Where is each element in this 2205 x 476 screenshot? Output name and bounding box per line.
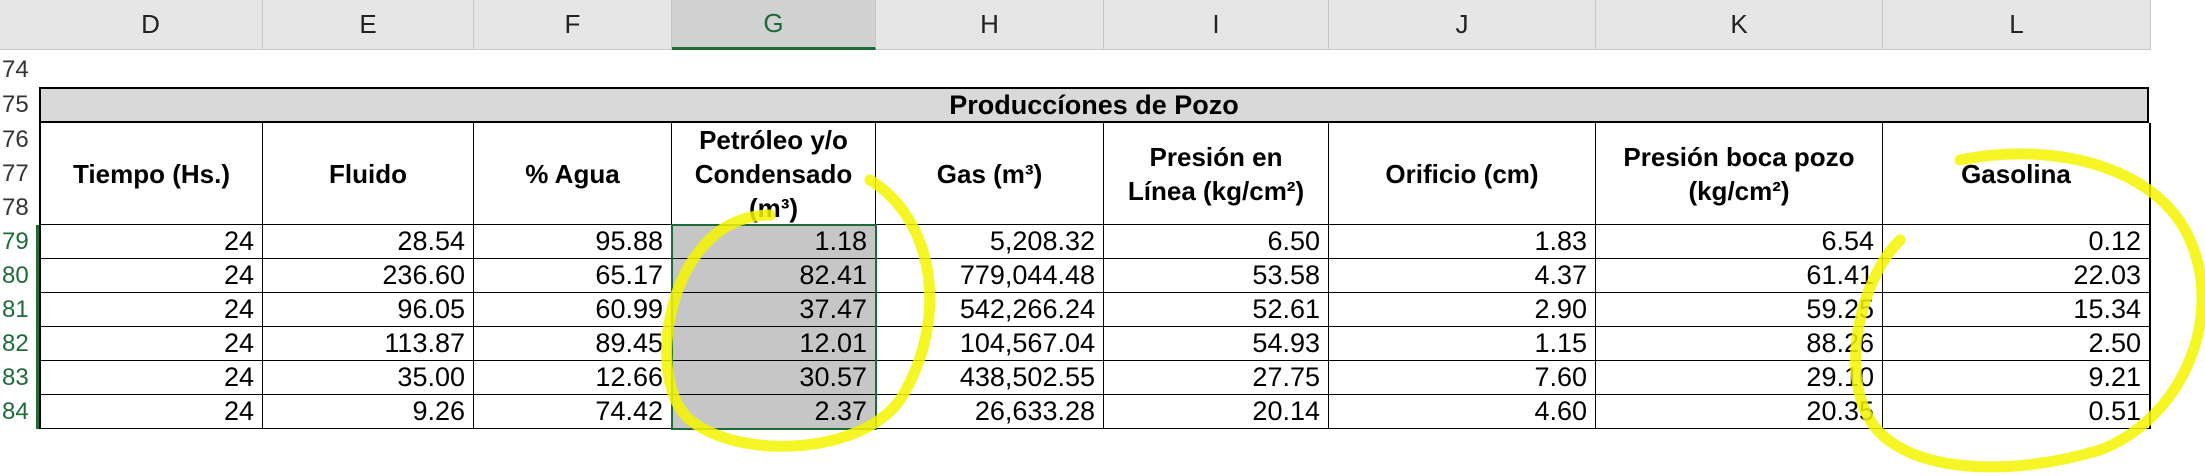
- cell-petroleo[interactable]: 1.18: [672, 225, 876, 259]
- row-number[interactable]: 76: [0, 123, 38, 157]
- cell-presion-linea[interactable]: 20.14: [1104, 395, 1329, 429]
- header-agua[interactable]: % Agua: [474, 123, 672, 225]
- column-header-k[interactable]: K: [1596, 0, 1883, 50]
- row-number[interactable]: 84: [0, 395, 38, 429]
- header-gasolina[interactable]: Gasolina: [1883, 123, 2151, 225]
- row-number[interactable]: 77: [0, 157, 38, 191]
- cell-agua[interactable]: 95.88: [474, 225, 672, 259]
- cell-agua[interactable]: 74.42: [474, 395, 672, 429]
- cell-gas[interactable]: 104,567.04: [876, 327, 1104, 361]
- cell-orificio[interactable]: 4.60: [1329, 395, 1596, 429]
- cell-agua[interactable]: 12.66: [474, 361, 672, 395]
- header-right-blank: [2151, 0, 2205, 50]
- cell-gasolina[interactable]: 15.34: [1883, 293, 2151, 327]
- cell-fluido[interactable]: 236.60: [263, 259, 474, 293]
- cell-presion-boca[interactable]: 6.54: [1596, 225, 1883, 259]
- cell-tiempo[interactable]: 24: [39, 361, 263, 395]
- column-header-h[interactable]: H: [876, 0, 1104, 50]
- cell-petroleo[interactable]: 37.47: [672, 293, 876, 327]
- header-tiempo[interactable]: Tiempo (Hs.): [39, 123, 263, 225]
- cell-gasolina[interactable]: 2.50: [1883, 327, 2151, 361]
- row-number[interactable]: 78: [0, 191, 38, 225]
- cell-gas[interactable]: 779,044.48: [876, 259, 1104, 293]
- cell-presion-linea[interactable]: 27.75: [1104, 361, 1329, 395]
- cell-gas[interactable]: 438,502.55: [876, 361, 1104, 395]
- cell-petroleo[interactable]: 30.57: [672, 361, 876, 395]
- cell-gasolina[interactable]: 0.12: [1883, 225, 2151, 259]
- cell-petroleo[interactable]: 2.37: [672, 395, 876, 429]
- cell-orificio[interactable]: 7.60: [1329, 361, 1596, 395]
- header-orificio[interactable]: Orificio (cm): [1329, 123, 1596, 225]
- cell-petroleo[interactable]: 82.41: [672, 259, 876, 293]
- cell-gas[interactable]: 26,633.28: [876, 395, 1104, 429]
- cell-presion-linea[interactable]: 54.93: [1104, 327, 1329, 361]
- row-number[interactable]: 81: [0, 293, 38, 327]
- cell-fluido[interactable]: 9.26: [263, 395, 474, 429]
- row-number[interactable]: 79: [0, 225, 38, 259]
- cell-tiempo[interactable]: 24: [39, 293, 263, 327]
- cell-orificio[interactable]: 4.37: [1329, 259, 1596, 293]
- cell-presion-linea[interactable]: 52.61: [1104, 293, 1329, 327]
- cell-tiempo[interactable]: 24: [39, 225, 263, 259]
- cell-presion-boca[interactable]: 20.35: [1596, 395, 1883, 429]
- cell-presion-boca[interactable]: 61.41: [1596, 259, 1883, 293]
- cell-fluido[interactable]: 96.05: [263, 293, 474, 327]
- cell-fluido[interactable]: 113.87: [263, 327, 474, 361]
- column-header-l[interactable]: L: [1883, 0, 2151, 50]
- cell-fluido[interactable]: 35.00: [263, 361, 474, 395]
- cell-gas[interactable]: 542,266.24: [876, 293, 1104, 327]
- cell-gasolina[interactable]: 0.51: [1883, 395, 2151, 429]
- column-header-d[interactable]: D: [39, 0, 263, 50]
- header-presion-boca[interactable]: Presión boca pozo (kg/cm²): [1596, 123, 1883, 225]
- select-all-corner[interactable]: [0, 0, 39, 50]
- cell-agua[interactable]: 65.17: [474, 259, 672, 293]
- cell-gas[interactable]: 5,208.32: [876, 225, 1104, 259]
- header-gas[interactable]: Gas (m³): [876, 123, 1104, 225]
- cell-tiempo[interactable]: 24: [39, 327, 263, 361]
- cell-tiempo[interactable]: 24: [39, 259, 263, 293]
- cell-presion-linea[interactable]: 53.58: [1104, 259, 1329, 293]
- cell-orificio[interactable]: 1.83: [1329, 225, 1596, 259]
- cell-presion-boca[interactable]: 29.10: [1596, 361, 1883, 395]
- cell-tiempo[interactable]: 24: [39, 395, 263, 429]
- column-header-e[interactable]: E: [263, 0, 474, 50]
- column-header-j[interactable]: J: [1329, 0, 1596, 50]
- row-number[interactable]: 83: [0, 361, 38, 395]
- cell-presion-boca[interactable]: 59.25: [1596, 293, 1883, 327]
- cell-agua[interactable]: 89.45: [474, 327, 672, 361]
- cell-orificio[interactable]: 1.15: [1329, 327, 1596, 361]
- header-petroleo[interactable]: Petróleo y/o Condensado (m³): [672, 123, 876, 225]
- row-number[interactable]: 75: [0, 87, 38, 123]
- cell-presion-linea[interactable]: 6.50: [1104, 225, 1329, 259]
- cell-fluido[interactable]: 28.54: [263, 225, 474, 259]
- row-number[interactable]: 80: [0, 259, 38, 293]
- cell-agua[interactable]: 60.99: [474, 293, 672, 327]
- row-number[interactable]: 74: [0, 52, 38, 87]
- header-presion-linea[interactable]: Presión en Línea (kg/cm²): [1104, 123, 1329, 225]
- header-fluido[interactable]: Fluido: [263, 123, 474, 225]
- column-header-f[interactable]: F: [474, 0, 672, 50]
- cell-gasolina[interactable]: 9.21: [1883, 361, 2151, 395]
- table-title[interactable]: Produccíones de Pozo: [39, 87, 2149, 123]
- cell-gasolina[interactable]: 22.03: [1883, 259, 2151, 293]
- column-header-i[interactable]: I: [1104, 0, 1329, 50]
- cell-orificio[interactable]: 2.90: [1329, 293, 1596, 327]
- cell-presion-boca[interactable]: 88.26: [1596, 327, 1883, 361]
- column-header-g[interactable]: G: [672, 0, 876, 50]
- cell-petroleo[interactable]: 12.01: [672, 327, 876, 361]
- row-number[interactable]: 82: [0, 327, 38, 361]
